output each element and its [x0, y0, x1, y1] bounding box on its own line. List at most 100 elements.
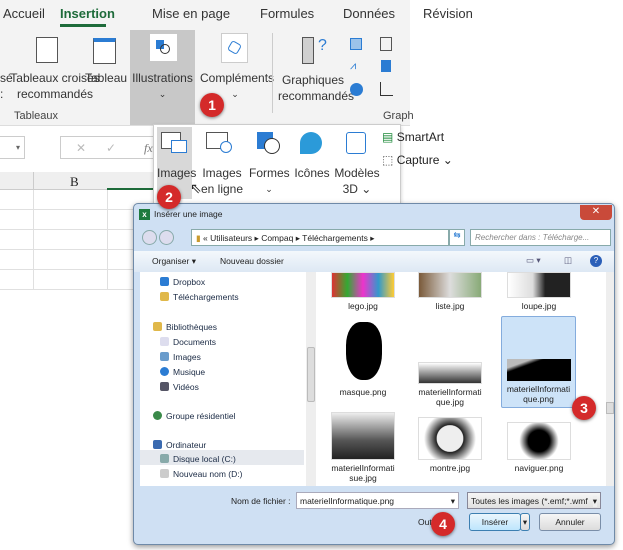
preview-pane-icon[interactable]: ◫	[564, 255, 572, 266]
icons-label: Icônes	[294, 166, 330, 180]
breadcrumb-item[interactable]: Utilisateurs	[210, 233, 252, 243]
column-header-b[interactable]: B	[70, 174, 79, 190]
navigation-pane: Dropbox Téléchargements Bibliothèques Do…	[140, 272, 306, 486]
shapes-label: Formes	[249, 166, 290, 180]
file-thumbnail	[418, 362, 482, 384]
libraries-icon	[153, 322, 162, 331]
hierarchy-chart-icon[interactable]	[380, 37, 392, 51]
line-chart-icon[interactable]: ⩘	[350, 60, 356, 73]
file-thumbnail	[331, 272, 395, 298]
name-box[interactable]: ▾	[0, 136, 25, 159]
file-item[interactable]: liste.jpg	[415, 272, 485, 311]
capture-menu-item[interactable]: ⬚ Capture ⌄	[382, 153, 453, 167]
file-item[interactable]: materielInformati sue.jpg	[328, 412, 398, 483]
nav-images[interactable]: Images	[160, 352, 201, 362]
disk-icon	[160, 454, 169, 463]
file-item[interactable]: masque.png	[328, 320, 398, 397]
images-label: Images	[157, 166, 197, 180]
file-item-selected[interactable]: materielInformati que.png	[501, 316, 576, 408]
tab-mise-en-page[interactable]: Mise en page	[152, 6, 230, 21]
file-thumbnail	[418, 417, 482, 460]
pivot-recommended-label-2: recommandés	[16, 87, 94, 101]
file-type-select[interactable]: Toutes les images (*.emf;*.wmf ▾	[467, 492, 601, 509]
nav-libraries[interactable]: Bibliothèques	[153, 322, 217, 332]
file-thumbnail	[506, 359, 571, 381]
music-icon	[160, 367, 169, 376]
formula-bar[interactable]: ✕ ✓ fx	[60, 136, 160, 159]
smartart-menu-item[interactable]: ▤ SmartArt	[382, 130, 444, 144]
icons-menu-item[interactable]: Icônes	[292, 127, 332, 199]
insert-button[interactable]: Insérer	[469, 513, 521, 531]
nav-local-disk[interactable]: Disque local (C:)	[160, 454, 236, 464]
nav-music[interactable]: Musique	[160, 367, 205, 377]
nav-dropbox[interactable]: Dropbox	[160, 277, 205, 287]
pie-chart-icon[interactable]	[350, 83, 363, 96]
refresh-button[interactable]: ⇆	[449, 229, 465, 246]
column-headers: B	[0, 172, 160, 190]
breadcrumb-item[interactable]: Téléchargements	[302, 233, 368, 243]
3d-models-menu-item[interactable]: Modèles 3D ⌄	[334, 127, 380, 199]
tab-accueil[interactable]: Accueil	[3, 6, 45, 21]
insert-image-dialog: x Insérer une image ✕ ▮ « Utilisateurs ▸…	[133, 203, 615, 545]
nav-drive-d[interactable]: Nouveau nom (D:)	[160, 469, 242, 479]
tab-revision[interactable]: Révision	[423, 6, 473, 21]
scatter-chart-icon[interactable]	[380, 82, 393, 96]
shapes-icon	[150, 34, 177, 61]
question-icon: ?	[318, 37, 327, 54]
cell-grid[interactable]	[0, 190, 135, 290]
new-folder-button[interactable]: Nouveau dossier	[220, 256, 284, 266]
dialog-toolbar: Organiser ▾ Nouveau dossier ▭ ▾ ◫ ?	[134, 251, 614, 272]
nav-homegroup[interactable]: Groupe résidentiel	[153, 411, 235, 421]
organize-button[interactable]: Organiser ▾	[152, 256, 196, 267]
nav-videos[interactable]: Vidéos	[160, 382, 199, 392]
address-bar[interactable]: ▮ « Utilisateurs ▸ Compaq ▸ Téléchargeme…	[191, 229, 449, 246]
addins-label: Compléments	[200, 71, 275, 85]
file-item[interactable]: materielInformati que.jpg	[415, 320, 485, 407]
file-thumbnail	[507, 272, 571, 298]
back-button[interactable]	[142, 230, 157, 245]
file-thumbnail	[331, 412, 395, 460]
step-badge-3: 3	[572, 396, 596, 420]
statistic-chart-icon[interactable]	[381, 60, 391, 72]
screenshot-icon: ⬚	[382, 153, 394, 167]
file-item[interactable]: naviguer.png	[504, 422, 574, 473]
videos-icon	[160, 382, 169, 391]
nav-downloads[interactable]: Téléchargements	[160, 292, 239, 302]
dropbox-icon	[160, 277, 169, 286]
insert-options-button[interactable]: ▾	[520, 513, 530, 531]
forward-button[interactable]	[159, 230, 174, 245]
bird-leaf-icon	[300, 132, 322, 154]
online-images-label: Images	[202, 166, 242, 180]
tab-donnees[interactable]: Données	[343, 6, 395, 21]
column-chart-icon[interactable]	[350, 38, 362, 50]
tab-formules[interactable]: Formules	[260, 6, 314, 21]
online-images-menu-item[interactable]: Images en ligne	[196, 127, 248, 199]
cancel-icon: ✕	[76, 141, 87, 155]
folder-icon: ▮	[196, 233, 201, 243]
group-charts-label: Graph	[383, 110, 414, 122]
illustrations-button[interactable]: Illustrations ⌄	[130, 30, 195, 125]
documents-icon	[160, 337, 169, 346]
breadcrumb-item[interactable]: Compaq	[261, 233, 293, 243]
nav-documents[interactable]: Documents	[160, 337, 216, 347]
help-icon[interactable]: ?	[590, 255, 602, 267]
illustrations-menu: Images ⇖ Images en ligne Formes ⌄ Icônes…	[153, 124, 453, 204]
search-input[interactable]: Rechercher dans : Télécharge...	[470, 229, 611, 246]
nav-scrollbar[interactable]	[306, 272, 316, 486]
file-item[interactable]: lego.jpg	[328, 272, 398, 311]
close-button[interactable]: ✕	[580, 205, 612, 220]
file-item[interactable]: loupe.jpg	[504, 272, 574, 311]
drive-icon	[160, 469, 169, 478]
files-scrollbar[interactable]	[606, 272, 614, 486]
file-item[interactable]: montre.jpg	[415, 417, 485, 473]
3d-models-label-2: 3D ⌄	[342, 182, 372, 196]
nav-computer[interactable]: Ordinateur	[153, 440, 206, 450]
tab-insertion[interactable]: Insertion	[60, 6, 115, 21]
step-badge-1: 1	[200, 93, 224, 117]
cancel-button[interactable]: Annuler	[539, 513, 601, 531]
view-options-icon[interactable]: ▭ ▾	[526, 255, 541, 266]
fx-icon[interactable]: fx	[144, 141, 153, 156]
shapes-menu-item[interactable]: Formes ⌄	[249, 127, 290, 199]
filename-input[interactable]: materielInformatique.png ▾	[296, 492, 459, 509]
online-images-label-2: en ligne	[200, 182, 244, 196]
